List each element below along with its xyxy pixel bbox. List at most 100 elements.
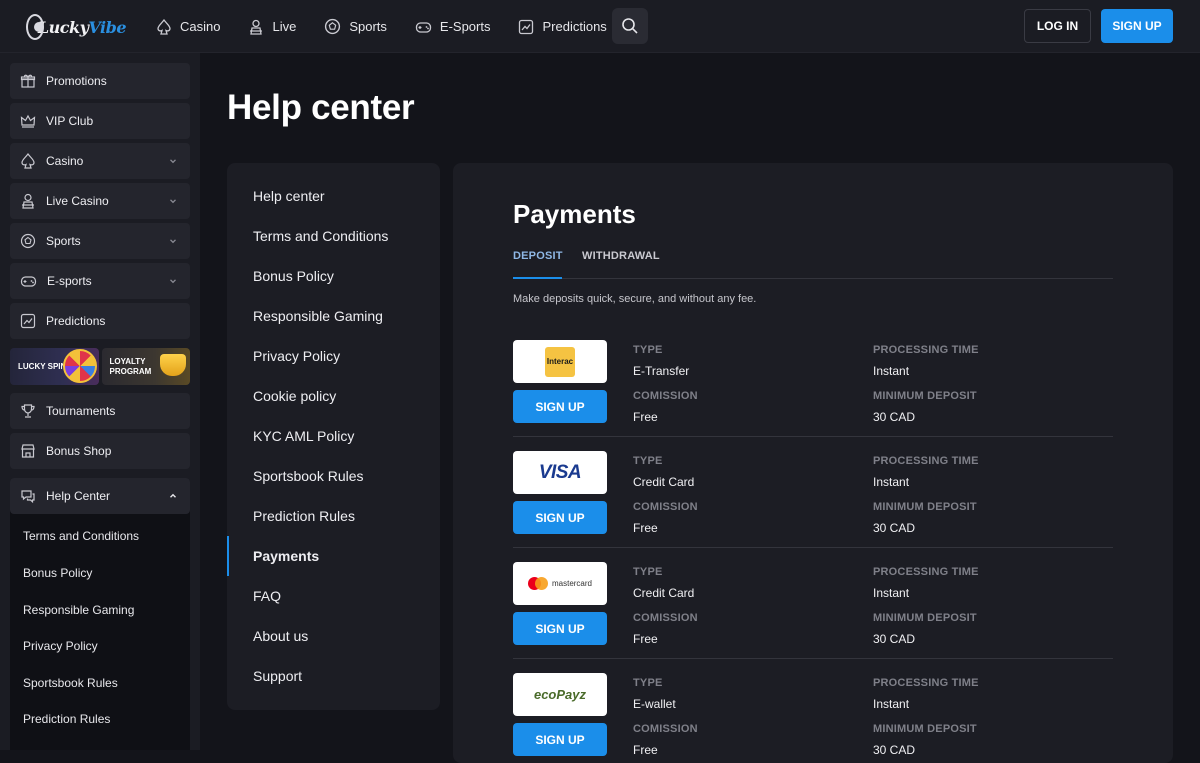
- processing-label: PROCESSING TIME: [873, 566, 979, 578]
- sidebar-sub-sportsbook-rules[interactable]: Sportsbook Rules: [23, 676, 118, 690]
- payment-tabs: DEPOSIT WITHDRAWAL: [513, 250, 1113, 279]
- signup-button[interactable]: SIGN UP: [1101, 9, 1173, 43]
- help-nav-help-center[interactable]: Help center: [253, 188, 325, 204]
- commission-label: COMISSION: [633, 723, 698, 735]
- topnav-esports[interactable]: E-Sports: [415, 19, 491, 35]
- chevron-down-icon[interactable]: [168, 276, 178, 286]
- payments-panel: Payments DEPOSIT WITHDRAWAL Make deposit…: [453, 163, 1173, 763]
- sidebar-item-label: Help Center: [46, 489, 111, 503]
- topnav-live[interactable]: Live: [248, 19, 296, 35]
- commission-value: Free: [633, 743, 658, 757]
- sidebar-item-vip-club[interactable]: VIP Club: [10, 103, 190, 139]
- sidebar-item-help-center[interactable]: Help Center: [10, 478, 190, 514]
- signup-button[interactable]: SIGN UP: [513, 612, 607, 645]
- topnav-label: Live: [272, 19, 297, 34]
- minimum-deposit-label: MINIMUM DEPOSIT: [873, 612, 977, 624]
- chevron-down-icon[interactable]: [168, 196, 178, 206]
- promo-label: LOYALTY PROGRAM: [109, 356, 152, 376]
- processing-value: Instant: [873, 364, 910, 378]
- help-nav-cookie-policy[interactable]: Cookie policy: [253, 388, 336, 404]
- promo-label: LUCKY SPIN: [18, 361, 67, 371]
- help-nav-about-us[interactable]: About us: [253, 628, 308, 644]
- sidebar-sub-privacy-policy[interactable]: Privacy Policy: [23, 639, 98, 653]
- top-nav: Casino Live Sports E-Sports Predictions: [156, 0, 635, 53]
- chevron-up-icon[interactable]: [168, 491, 178, 501]
- mastercard-logo: mastercard: [513, 562, 607, 605]
- minimum-deposit-value: 30 CAD: [873, 632, 916, 646]
- help-nav-privacy-policy[interactable]: Privacy Policy: [253, 348, 340, 364]
- help-nav-payments[interactable]: Payments: [253, 548, 319, 564]
- sidebar-item-sports[interactable]: Sports: [10, 223, 190, 259]
- help-nav-prediction-rules[interactable]: Prediction Rules: [253, 508, 355, 524]
- sidebar-item-label: Bonus Shop: [46, 444, 112, 458]
- sidebar-item-esports[interactable]: E-sports: [10, 263, 190, 299]
- sidebar-sub-prediction-rules[interactable]: Prediction Rules: [23, 712, 110, 726]
- sidebar-item-bonus-shop[interactable]: Bonus Shop: [10, 433, 190, 469]
- sidebar-sub-terms[interactable]: Terms and Conditions: [23, 529, 139, 543]
- chart-icon: [519, 19, 534, 34]
- topnav-predictions[interactable]: Predictions: [518, 19, 607, 35]
- topnav-sports[interactable]: Sports: [324, 18, 387, 35]
- spade-icon: [21, 153, 35, 169]
- type-label: TYPE: [633, 566, 663, 578]
- help-nav-bonus-policy[interactable]: Bonus Policy: [253, 268, 334, 284]
- tab-deposit[interactable]: DEPOSIT: [513, 250, 563, 262]
- shop-icon: [21, 444, 35, 458]
- lucky-spin-banner[interactable]: LUCKY SPIN: [10, 348, 99, 385]
- sidebar-item-label: Casino: [46, 154, 84, 168]
- topnav-label: Predictions: [542, 19, 607, 34]
- chevron-down-icon[interactable]: [168, 236, 178, 246]
- help-nav-responsible-gaming[interactable]: Responsible Gaming: [253, 308, 383, 324]
- type-label: TYPE: [633, 455, 663, 467]
- type-value: Credit Card: [633, 586, 695, 600]
- sidebar-item-label: Promotions: [46, 74, 107, 88]
- topnav-label: E-Sports: [439, 19, 491, 34]
- help-nav-sportsbook-rules[interactable]: Sportsbook Rules: [253, 468, 364, 484]
- sidebar-item-label: Live Casino: [46, 194, 109, 208]
- sidebar: Promotions VIP Club Casino Live Casino S…: [0, 53, 200, 750]
- chart-icon: [20, 313, 36, 329]
- login-button[interactable]: LOG IN: [1024, 9, 1091, 43]
- commission-value: Free: [633, 521, 658, 535]
- topnav-casino[interactable]: Casino: [156, 18, 221, 35]
- sidebar-item-live-casino[interactable]: Live Casino: [10, 183, 190, 219]
- topnav-label: Casino: [180, 19, 221, 34]
- payment-method-row: Interac SIGN UP TYPE E-Transfer COMISSIO…: [513, 326, 1113, 437]
- payments-title: Payments: [513, 199, 636, 229]
- payment-method-row: mastercard SIGN UP TYPE Credit Card COMI…: [513, 548, 1113, 659]
- signup-button[interactable]: SIGN UP: [513, 723, 607, 756]
- minimum-deposit-value: 30 CAD: [873, 743, 916, 757]
- dealer-icon: [22, 193, 34, 209]
- loyalty-program-banner[interactable]: LOYALTY PROGRAM: [101, 348, 190, 385]
- tab-withdrawal[interactable]: WITHDRAWAL: [582, 250, 660, 262]
- chevron-down-icon[interactable]: [168, 156, 178, 166]
- sidebar-item-casino[interactable]: Casino: [10, 143, 190, 179]
- sidebar-item-predictions[interactable]: Predictions: [10, 303, 190, 339]
- signup-button[interactable]: SIGN UP: [513, 390, 607, 423]
- type-value: E-Transfer: [633, 364, 690, 378]
- search-button[interactable]: [612, 8, 648, 44]
- commission-value: Free: [633, 410, 658, 424]
- help-nav: Help center Terms and Conditions Bonus P…: [227, 163, 440, 710]
- soccer-ball-icon: [325, 18, 341, 35]
- processing-label: PROCESSING TIME: [873, 344, 979, 356]
- minimum-deposit-label: MINIMUM DEPOSIT: [873, 501, 977, 513]
- help-nav-kyc-aml[interactable]: KYC AML Policy: [253, 428, 354, 444]
- sidebar-sub-bonus-policy[interactable]: Bonus Policy: [23, 566, 92, 580]
- brand-logo[interactable]: LuckyVibe: [26, 8, 126, 46]
- sidebar-item-label: VIP Club: [46, 114, 94, 128]
- type-label: TYPE: [633, 677, 663, 689]
- sidebar-sub-responsible-gaming[interactable]: Responsible Gaming: [23, 603, 134, 617]
- gamepad-icon: [415, 21, 432, 33]
- processing-label: PROCESSING TIME: [873, 677, 979, 689]
- minimum-deposit-value: 30 CAD: [873, 521, 916, 535]
- help-nav-terms[interactable]: Terms and Conditions: [253, 228, 388, 244]
- help-nav-faq[interactable]: FAQ: [253, 588, 281, 604]
- sidebar-item-tournaments[interactable]: Tournaments: [10, 393, 190, 429]
- gamepad-icon: [20, 276, 37, 287]
- type-value: E-wallet: [633, 697, 676, 711]
- help-nav-support[interactable]: Support: [253, 668, 302, 684]
- sidebar-item-promotions[interactable]: Promotions: [10, 63, 190, 99]
- sidebar-item-label: Sports: [46, 234, 81, 248]
- signup-button[interactable]: SIGN UP: [513, 501, 607, 534]
